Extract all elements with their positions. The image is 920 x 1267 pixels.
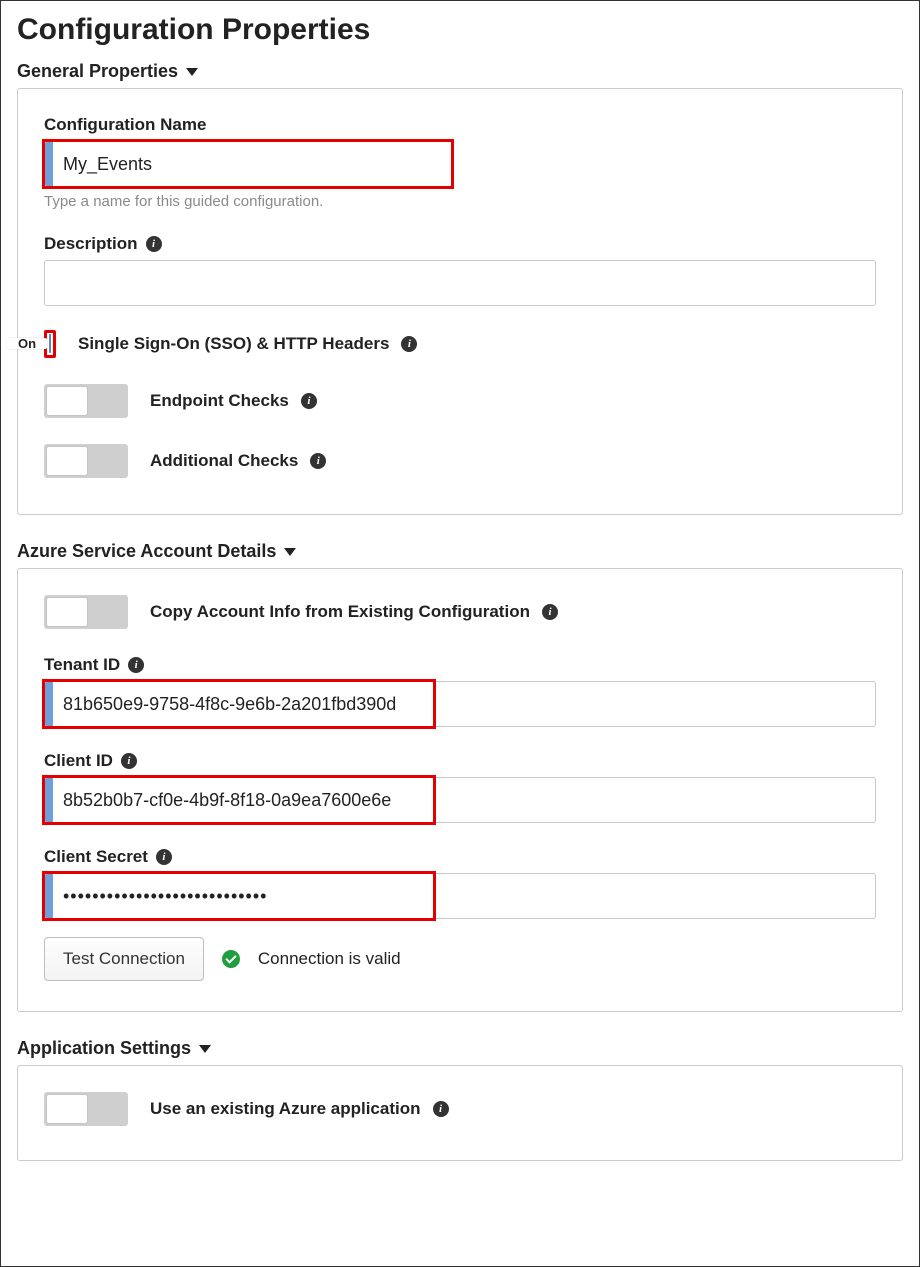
info-icon[interactable]: i xyxy=(401,336,417,352)
sso-toggle[interactable]: On xyxy=(49,334,51,353)
section-header-general[interactable]: General Properties xyxy=(17,61,903,82)
info-icon[interactable]: i xyxy=(542,604,558,620)
panel-azure: Copy Account Info from Existing Configur… xyxy=(17,568,903,1012)
chevron-down-icon xyxy=(186,68,198,76)
highlight-box: On xyxy=(44,330,56,358)
page-title: Configuration Properties xyxy=(17,13,903,47)
config-name-help: Type a name for this guided configuratio… xyxy=(44,193,876,210)
client-secret-input-wrap xyxy=(44,873,876,919)
info-icon[interactable]: i xyxy=(310,453,326,469)
panel-app-settings: Use an existing Azure application i xyxy=(17,1065,903,1161)
use-existing-toggle[interactable] xyxy=(44,1092,128,1126)
client-secret-label-text: Client Secret xyxy=(44,847,148,867)
description-label-text: Description xyxy=(44,234,138,254)
use-existing-toggle-label-text: Use an existing Azure application xyxy=(150,1099,421,1119)
chevron-down-icon xyxy=(284,548,296,556)
description-input-wrap xyxy=(44,260,876,306)
info-icon[interactable]: i xyxy=(156,849,172,865)
tenant-id-input[interactable] xyxy=(44,681,876,727)
row-endpoint-toggle: Endpoint Checks i xyxy=(44,384,876,418)
tenant-id-label: Tenant ID i xyxy=(44,655,876,675)
endpoint-toggle[interactable] xyxy=(44,384,128,418)
description-input[interactable] xyxy=(44,260,876,306)
info-icon[interactable]: i xyxy=(121,753,137,769)
toggle-knob xyxy=(47,598,87,626)
row-use-existing-toggle: Use an existing Azure application i xyxy=(44,1092,876,1126)
config-name-label: Configuration Name xyxy=(44,115,876,135)
test-connection-button[interactable]: Test Connection xyxy=(44,937,204,981)
section-header-label: Application Settings xyxy=(17,1038,191,1059)
toggle-knob xyxy=(47,1095,87,1123)
row-copy-toggle: Copy Account Info from Existing Configur… xyxy=(44,595,876,629)
toggle-knob: On xyxy=(7,338,47,349)
row-additional-toggle: Additional Checks i xyxy=(44,444,876,478)
sso-toggle-label: Single Sign-On (SSO) & HTTP Headers i xyxy=(78,334,417,354)
client-secret-label: Client Secret i xyxy=(44,847,876,867)
connection-status-text: Connection is valid xyxy=(258,949,401,969)
chevron-down-icon xyxy=(199,1045,211,1053)
config-name-input[interactable] xyxy=(44,141,454,187)
row-sso-toggle: On Single Sign-On (SSO) & HTTP Headers i xyxy=(44,330,876,358)
section-header-app-settings[interactable]: Application Settings xyxy=(17,1038,903,1059)
field-client-secret: Client Secret i xyxy=(44,847,876,919)
field-tenant-id: Tenant ID i xyxy=(44,655,876,727)
copy-account-toggle[interactable] xyxy=(44,595,128,629)
test-connection-row: Test Connection Connection is valid xyxy=(44,937,876,981)
sso-toggle-label-text: Single Sign-On (SSO) & HTTP Headers xyxy=(78,334,389,354)
tenant-id-input-wrap xyxy=(44,681,876,727)
info-icon[interactable]: i xyxy=(128,657,144,673)
description-label: Description i xyxy=(44,234,876,254)
section-header-label: Azure Service Account Details xyxy=(17,541,276,562)
additional-toggle[interactable] xyxy=(44,444,128,478)
copy-account-toggle-label-text: Copy Account Info from Existing Configur… xyxy=(150,602,530,622)
field-config-name: Configuration Name Type a name for this … xyxy=(44,115,876,210)
tenant-id-label-text: Tenant ID xyxy=(44,655,120,675)
additional-toggle-label: Additional Checks i xyxy=(150,451,326,471)
endpoint-toggle-label: Endpoint Checks i xyxy=(150,391,317,411)
client-id-input-wrap xyxy=(44,777,876,823)
config-name-input-wrap xyxy=(44,141,454,187)
panel-general: Configuration Name Type a name for this … xyxy=(17,88,903,515)
field-client-id: Client ID i xyxy=(44,751,876,823)
client-id-input[interactable] xyxy=(44,777,876,823)
endpoint-toggle-label-text: Endpoint Checks xyxy=(150,391,289,411)
client-id-label: Client ID i xyxy=(44,751,876,771)
additional-toggle-label-text: Additional Checks xyxy=(150,451,298,471)
use-existing-toggle-label: Use an existing Azure application i xyxy=(150,1099,449,1119)
section-header-label: General Properties xyxy=(17,61,178,82)
client-secret-input[interactable] xyxy=(44,873,876,919)
toggle-knob xyxy=(47,447,87,475)
toggle-knob xyxy=(47,387,87,415)
check-circle-icon xyxy=(222,950,240,968)
section-header-azure[interactable]: Azure Service Account Details xyxy=(17,541,903,562)
client-id-label-text: Client ID xyxy=(44,751,113,771)
field-description: Description i xyxy=(44,234,876,306)
info-icon[interactable]: i xyxy=(433,1101,449,1117)
page: Configuration Properties General Propert… xyxy=(0,0,920,1267)
info-icon[interactable]: i xyxy=(301,393,317,409)
copy-account-toggle-label: Copy Account Info from Existing Configur… xyxy=(150,602,558,622)
info-icon[interactable]: i xyxy=(146,236,162,252)
